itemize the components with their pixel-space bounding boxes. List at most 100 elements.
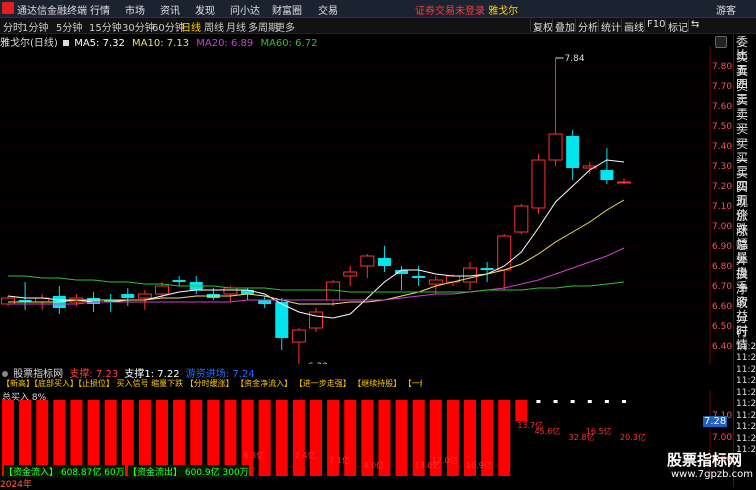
right-quote-panel: 委比 卖五 卖四 卖三 卖二 卖一 买一 买二 买三 买四 买五 现价 涨跌 涨幅 总量 外盘 换手 净资 收益 分时…: [733, 34, 756, 487]
y-tick-label: 6.60: [712, 302, 732, 312]
tool-diejia[interactable]: 叠加: [552, 19, 577, 34]
indicator-value-label: 20.3亿: [620, 432, 646, 442]
signal-line: 【新高】【底部买入】【止损位】 买入信号 缩量下跌 【分时缓涨】 【资金净流入】…: [2, 379, 422, 388]
bottom-year-tag: 2024年: [0, 480, 32, 490]
menu-item-faxian[interactable]: 发现: [195, 2, 215, 17]
indicator-price-tag: 7.28: [703, 416, 728, 427]
tool-biaoji[interactable]: 标记: [665, 19, 690, 34]
indicator-note-3: 【资金流出】 600.9亿 300万: [128, 465, 249, 478]
menu-item-hangqing[interactable]: 行情: [90, 2, 110, 17]
candlestick-chart[interactable]: 7.80 7.70 7.60 7.50 7.40 7.30 7.20 7.10 7.00 6.90…: [0, 46, 733, 364]
user-label[interactable]: 游客: [716, 2, 736, 17]
candle-body-up: [137, 293, 152, 299]
period-weekly[interactable]: 周线: [204, 19, 224, 34]
ma60-line: [8, 275, 625, 293]
candle-body-down: [480, 268, 494, 270]
y-tick-label: 6.90: [712, 242, 732, 252]
indicator-y-tick: 7.00: [712, 433, 732, 443]
app-logo-icon: [2, 2, 14, 14]
indicator-bar: [395, 400, 408, 476]
period-multi[interactable]: 多周期: [248, 19, 278, 34]
indicator-dot: [587, 400, 592, 403]
candle-body-down: [258, 300, 272, 304]
indicator-value-label: 4.0亿: [363, 460, 384, 470]
promo-text[interactable]: 证券交易未登录: [415, 6, 485, 17]
y-tick-label: 6.40: [712, 342, 732, 352]
indicator-value-label: 2.4亿: [295, 450, 316, 460]
menu-item-caifuquan[interactable]: 财富圈: [272, 2, 302, 17]
indicator-value-label: 16.5亿: [586, 426, 612, 436]
watermark-title: 股票指标网: [667, 451, 743, 469]
y-tick-label: 7.20: [712, 182, 732, 192]
annotation-label: 7.84: [565, 54, 585, 64]
indicator-dot: [622, 400, 626, 403]
quick-stock-label: 雅戈尔: [488, 6, 519, 17]
indicator-value-label: 45.6亿: [534, 426, 560, 436]
watermark-url: www.7gpzb.com: [671, 469, 753, 480]
menu-item-wenxiaoda[interactable]: 问小达: [230, 2, 260, 17]
period-fenshi[interactable]: 分时: [3, 19, 23, 34]
candle-body-up: [309, 311, 323, 329]
tool-huaxian[interactable]: 画线: [621, 19, 646, 34]
trade-login-link[interactable]: 证券交易未登录 雅戈尔: [415, 2, 518, 17]
period-more[interactable]: 更多: [275, 19, 295, 34]
period-60min[interactable]: 60分钟: [152, 19, 185, 34]
period-15min[interactable]: 15分钟: [89, 19, 122, 34]
candle-body-down: [121, 294, 135, 298]
candle-body-down: [566, 136, 580, 168]
menu-item-jiaoyi[interactable]: 交易: [318, 2, 338, 17]
candle-body-up: [548, 133, 563, 161]
period-1min[interactable]: 1分钟: [22, 19, 48, 34]
tool-fenxi[interactable]: 分析: [575, 19, 600, 34]
indicator-dot: [570, 400, 575, 403]
indicator-dot-icon: [2, 371, 8, 377]
period-monthly[interactable]: 月线: [226, 19, 246, 34]
period-toolbar: 分时 1分钟 5分钟 15分钟 30分钟 60分钟 日线 周线 月线 多周期 更…: [0, 18, 756, 34]
y-tick-label: 7.40: [712, 142, 732, 152]
candle-body-up: [617, 181, 631, 184]
indicator-value-label: 7.1亿: [329, 455, 350, 465]
y-tick-label: 7.10: [712, 202, 732, 212]
tool-switch[interactable]: ⇆: [688, 19, 701, 32]
y-tick-label: 7.00: [712, 222, 732, 232]
indicator-dot: [536, 400, 541, 403]
candle-body-up: [428, 279, 443, 285]
indicator-bar: [515, 400, 528, 422]
app-title: 通达信金融终端: [17, 6, 87, 17]
candle-body-down: [275, 302, 289, 338]
indicator-bar: [275, 400, 288, 476]
indicator-header: 股票指标网 支撑: 7.23 支撑1: 7.22 游资进场: 7.24: [0, 365, 255, 380]
indicator-value-label: 6.3亿: [244, 450, 265, 460]
indicator-dot: [604, 400, 609, 403]
indicator-value-label: 12.0亿: [432, 455, 458, 465]
tool-f10[interactable]: F10: [644, 19, 667, 32]
y-tick-label: 6.70: [712, 282, 732, 292]
menu-item-zixun[interactable]: 资讯: [160, 2, 180, 17]
indicator-bar: [292, 400, 305, 476]
indicator-bar: [310, 400, 322, 476]
candle-body-up: [360, 255, 375, 267]
indicator-bar-chart[interactable]: 7.107.006.906.3亿2.4亿7.1亿4.0亿13.0亿12.0亿10…: [0, 390, 733, 477]
y-tick-label: 7.60: [712, 102, 732, 112]
indicator-dot: [553, 400, 558, 403]
candle-body-up: [291, 329, 306, 343]
period-daily[interactable]: 日线: [181, 19, 201, 34]
y-tick-label: 7.70: [712, 82, 732, 92]
chart-header: 雅戈尔(日线) MA5: 7.32 MA10: 7.13 MA20: 6.89 …: [0, 34, 317, 49]
candle-body-up: [223, 287, 238, 295]
top-menu-bar: 通达信金融终端 行情 市场 资讯 发现 问小达 财富圈 交易 证券交易未登录 雅…: [0, 0, 756, 18]
ma20-line: [8, 247, 625, 305]
menu-item-shichang[interactable]: 市场: [125, 2, 145, 17]
y-tick-label: 6.50: [712, 322, 732, 332]
candle-body-down: [377, 258, 391, 266]
candle-body-up: [1, 297, 15, 305]
tool-tongji[interactable]: 统计: [598, 19, 623, 34]
y-tick-label: 6.80: [712, 262, 732, 272]
period-30min[interactable]: 30分钟: [122, 19, 155, 34]
candle-body-down: [412, 276, 426, 278]
candle-body-up: [155, 285, 169, 295]
candle-body-up: [531, 159, 546, 209]
y-tick-label: 7.80: [712, 62, 732, 72]
period-5min[interactable]: 5分钟: [56, 19, 82, 34]
annotation-label: 6.30: [308, 362, 328, 364]
